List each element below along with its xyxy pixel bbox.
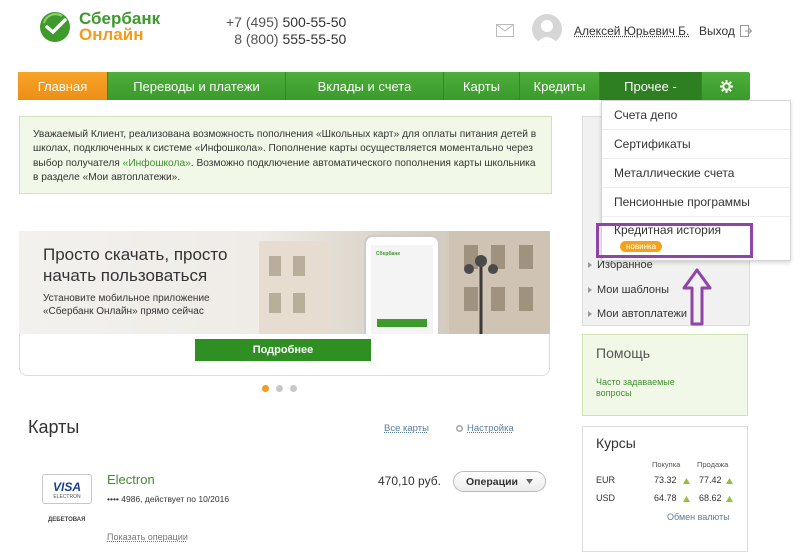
nav-transfers[interactable]: Переводы и платежи [108, 72, 286, 100]
rate-eur-sell: 77.42 [699, 475, 722, 485]
rate-up-icon [683, 478, 690, 484]
sberbank-logo[interactable]: Сбербанк Онлайн [38, 10, 160, 44]
right-menu-autopayments[interactable]: Мои автоплатежи [588, 308, 687, 320]
phone2-number: 555-55-50 [282, 31, 347, 47]
dropdown-item-certificates[interactable]: Сертификаты [602, 130, 790, 159]
arrow-up-icon [682, 268, 712, 326]
slider-dot-2[interactable] [276, 385, 283, 392]
phones: +7 (495) 500-55-50 8 (800) 555-55-50 [226, 14, 346, 48]
phone1-number: 500-55-50 [282, 14, 347, 30]
chevron-down-icon [525, 479, 533, 484]
card-name[interactable]: Electron [107, 472, 155, 487]
notice-link-infoschool[interactable]: «Инфошкола» [123, 158, 191, 169]
all-cards-link[interactable]: Все карты [384, 423, 429, 434]
gear-icon [455, 424, 464, 433]
banner-subtitle: Установите мобильное приложение «Сбербан… [43, 292, 210, 318]
dropdown-item-depo[interactable]: Счета депо [602, 101, 790, 130]
nav-deposits[interactable]: Вклады и счета [286, 72, 444, 100]
banner-title-line1: Просто скачать, просто [43, 245, 228, 264]
phone1-code: +7 (495) [226, 14, 279, 30]
exchange-link[interactable]: Обмен валюты [667, 512, 730, 522]
logout-icon [739, 25, 752, 37]
right-menu-templates[interactable]: Мои шаблоны [588, 284, 669, 296]
more-button[interactable]: Подробнее [195, 339, 371, 361]
rate-up-icon [726, 478, 733, 484]
card-balance: 470,10 руб. [378, 474, 441, 488]
operations-label: Операции [466, 475, 518, 488]
show-operations-link[interactable]: Показать операции [107, 532, 188, 542]
card-type-label: ДЕБЕТОВАЯ [48, 517, 86, 523]
rate-eur-buy: 73.32 [654, 475, 677, 485]
logout-label: Выход [699, 24, 735, 38]
banner-sub-line2: «Сбербанк Онлайн» прямо сейчас [43, 306, 204, 317]
phone2-code: 8 (800) [234, 31, 279, 47]
credit-history-highlight [596, 223, 753, 258]
dropdown-item-pension[interactable]: Пенсионные программы [602, 188, 790, 217]
nav-credits[interactable]: Кредиты [520, 72, 600, 100]
banner-sub-line1: Установите мобильное приложение [43, 293, 210, 304]
nav-main[interactable]: Главная [18, 72, 108, 100]
info-notice: Уважаемый Клиент, реализована возможност… [19, 116, 552, 194]
right-menu-autopayments-label: Мои автоплатежи [597, 308, 688, 320]
chevron-right-icon [588, 311, 592, 317]
rates-buy-header: Покупка [652, 460, 681, 469]
faq-link-line1: Часто задаваемые [596, 377, 675, 387]
avatar[interactable] [532, 14, 562, 44]
rates-sell-header: Продажа [697, 460, 729, 469]
nav-cards[interactable]: Карты [444, 72, 520, 100]
card-number: •••• 4986, действует по 10/2016 [107, 494, 230, 504]
rate-up-icon [683, 496, 690, 502]
chevron-right-icon [588, 287, 592, 293]
logo-line2: Онлайн [79, 25, 144, 44]
promo-banner[interactable]: Сбербанк Просто скачать, просто начать п… [19, 231, 550, 334]
phone-mockup: Сбербанк [364, 235, 440, 334]
mail-icon[interactable] [496, 24, 514, 37]
right-menu-templates-label: Мои шаблоны [597, 284, 669, 296]
dropdown-item-metal-accounts[interactable]: Металлические счета [602, 159, 790, 188]
banner-title-line2: начать пользоваться [43, 266, 208, 285]
slider-dot-1[interactable] [262, 385, 269, 392]
operations-button[interactable]: Операции [453, 471, 546, 492]
faq-link-line2: вопросы [596, 388, 632, 398]
rate-usd-buy: 64.78 [654, 493, 677, 503]
faq-link[interactable]: Часто задаваемые вопросы [596, 377, 675, 399]
sberbank-logo-icon [40, 12, 70, 42]
rate-usd-currency: USD [596, 493, 616, 503]
gear-icon [719, 79, 733, 93]
visa-brand: VISA [52, 480, 81, 494]
slider-dots [262, 385, 297, 392]
banner-title: Просто скачать, просто начать пользовать… [43, 244, 228, 286]
chevron-right-icon [588, 262, 592, 268]
user-name[interactable]: Алексей Юрьевич Б. [574, 24, 689, 38]
nav-other[interactable]: Прочее - [600, 72, 702, 100]
visa-card-logo: VISA ELECTRON [42, 474, 92, 504]
cards-settings-link[interactable]: Настройка [455, 423, 514, 434]
slider-dot-3[interactable] [290, 385, 297, 392]
main-nav: Главная Переводы и платежи Вклады и счет… [18, 72, 750, 100]
visa-brand-sub: ELECTRON [53, 494, 81, 500]
rate-eur-currency: EUR [596, 475, 616, 485]
page: Сбербанк Онлайн +7 (495) 500-55-50 8 (80… [0, 0, 800, 552]
help-title: Помощь [596, 345, 651, 361]
rate-usd-sell: 68.62 [699, 493, 722, 503]
nav-settings[interactable] [702, 72, 750, 100]
rates-title: Курсы [596, 435, 636, 451]
cards-settings-label: Настройка [467, 423, 514, 434]
phone-mockup-logo: Сбербанк [376, 251, 400, 257]
user-silhouette-icon [536, 20, 558, 44]
new-badge: новинка [620, 241, 663, 252]
rate-up-icon [726, 496, 733, 502]
logout-link[interactable]: Выход [699, 24, 752, 38]
cards-title: Карты [28, 417, 80, 437]
